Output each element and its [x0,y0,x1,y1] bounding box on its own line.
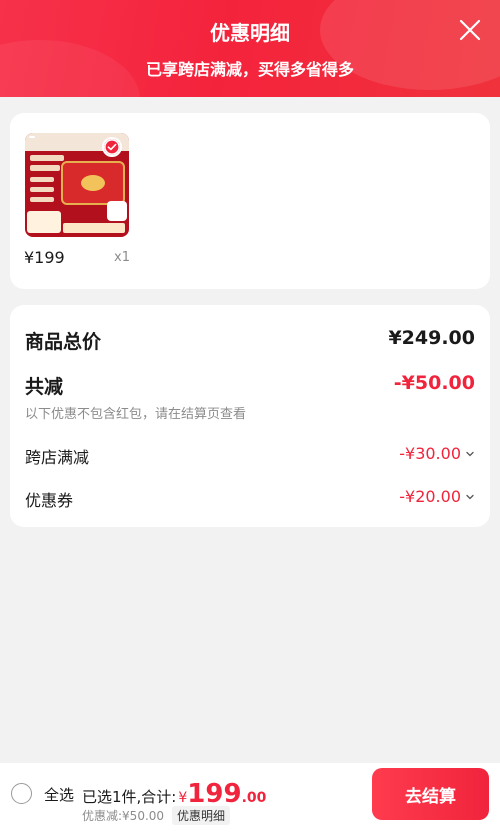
discount-amount-text: 优惠减:¥50.00 [82,809,165,823]
page-subtitle: 已享跨店满减，买得多省得多 [145,60,354,79]
chevron-down-icon [466,451,474,456]
cross-store-discount-label: 跨店满减 [25,448,90,467]
currency-symbol: ¥ [178,790,188,806]
product-card: ¥199 x1 [10,113,490,289]
selected-summary: 已选1件,合计: ¥ 199 .00 [82,781,266,807]
image-price-tag [27,211,61,233]
header: 优惠明细 已享跨店满减，买得多省得多 [0,0,500,97]
cross-store-discount-amount: -¥30.00 [399,444,461,463]
select-all-radio[interactable] [11,783,32,804]
total-value: ¥249.00 [388,327,475,349]
summary-card: 商品总价 ¥249.00 共减 -¥50.00 以下优惠不包含红包，请在结算页查… [10,305,490,527]
gift-box [61,161,125,205]
product-price: ¥199 [24,248,65,267]
select-all-label[interactable]: 全选 [44,784,74,805]
image-bottom-strip [63,223,125,233]
coupon-amount: -¥20.00 [399,487,461,506]
gift-ornament [81,175,105,191]
discount-line: 优惠减:¥50.00 优惠明细 [82,806,231,825]
check-icon[interactable] [102,137,122,157]
coupon-label: 优惠券 [25,491,74,510]
total-label: 商品总价 [25,331,102,353]
chevron-down-icon [466,494,474,499]
close-icon[interactable] [458,18,482,42]
brand-logo [29,136,35,138]
reduction-label: 共减 [25,376,64,398]
reduction-value: -¥50.00 [393,372,475,394]
page-title: 优惠明细 [210,21,290,45]
selected-count-text: 已选1件,合计: [82,788,177,806]
discount-detail-button[interactable]: 优惠明细 [172,806,231,825]
product-quantity: x1 [114,250,130,265]
promo-618-badge [107,201,127,221]
total-amount-integer: 199 [187,779,242,809]
cross-store-discount-value[interactable]: -¥30.00 [399,444,475,463]
coupon-value[interactable]: -¥20.00 [399,487,475,506]
checkout-button[interactable]: 去结算 [372,768,489,820]
total-amount-decimal: .00 [241,790,267,806]
discount-note: 以下优惠不包含红包，请在结算页查看 [25,407,247,422]
checkout-bar: 全选 已选1件,合计: ¥ 199 .00 优惠减:¥50.00 优惠明细 去结… [0,763,500,837]
